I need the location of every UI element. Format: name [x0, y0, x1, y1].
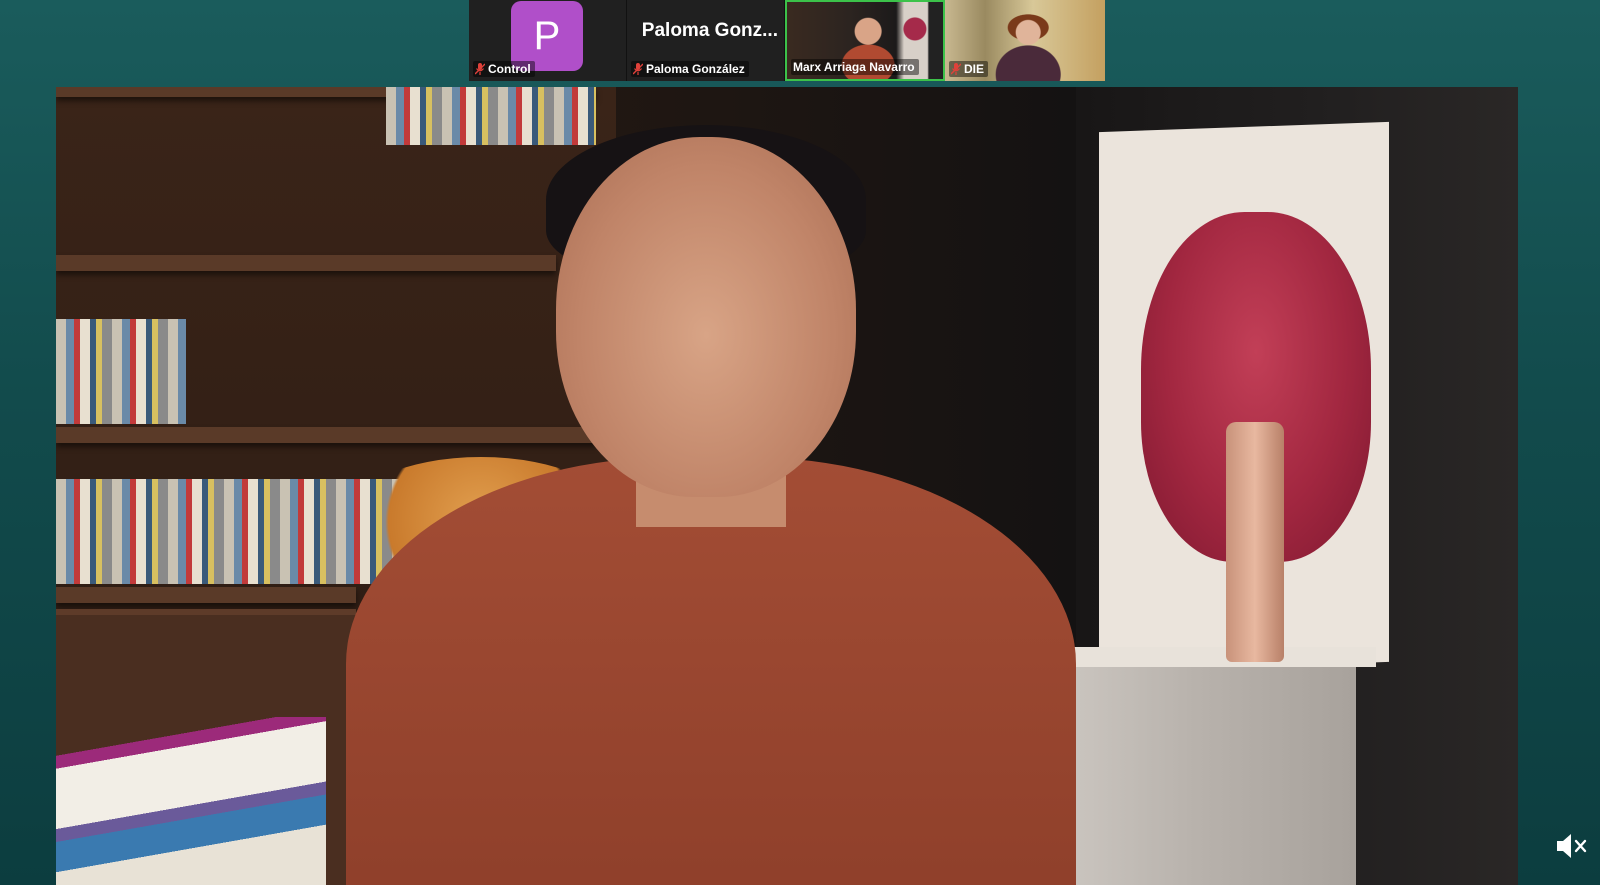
- mic-muted-icon: [633, 63, 643, 75]
- participant-thumbnail-strip: P Control Paloma Gonz... Paloma González: [469, 0, 1105, 81]
- participant-name: Paloma González: [646, 62, 745, 76]
- participant-tile-control[interactable]: P Control: [469, 0, 627, 81]
- shelf: [56, 255, 556, 271]
- participant-name-label: Marx Arriaga Navarro: [791, 59, 919, 75]
- background-bottle: [1226, 422, 1284, 662]
- participant-name-label: DIE: [949, 61, 989, 77]
- participant-name-label: Paloma González: [631, 61, 749, 77]
- background-table-base: [1036, 667, 1356, 885]
- mic-muted-icon: [951, 63, 961, 75]
- books: [56, 319, 186, 424]
- participant-display-name: Paloma Gonz...: [641, 20, 778, 41]
- mic-muted-icon: [475, 63, 485, 75]
- participant-name-label: Control: [473, 61, 535, 77]
- participant-name: DIE: [964, 62, 985, 76]
- participant-tile-paloma-gonzalez[interactable]: Paloma Gonz... Paloma González: [627, 0, 785, 81]
- speaker-muted-icon: [1557, 834, 1587, 858]
- speaker-audio-button[interactable]: [1552, 829, 1592, 863]
- meeting-window: { "participants": [ { "avatar_letter": "…: [0, 0, 1600, 885]
- participant-tile-die[interactable]: DIE: [945, 0, 1105, 81]
- participant-name: Marx Arriaga Navarro: [793, 60, 915, 74]
- books: [386, 87, 596, 145]
- participant-name: Control: [488, 62, 531, 76]
- shelf: [56, 587, 356, 603]
- participant-tile-active-speaker[interactable]: Marx Arriaga Navarro: [785, 0, 945, 81]
- shelf: [56, 427, 596, 443]
- active-speaker-video[interactable]: [56, 87, 1518, 885]
- speaker-face: [556, 137, 856, 497]
- foreground-books: [56, 717, 326, 885]
